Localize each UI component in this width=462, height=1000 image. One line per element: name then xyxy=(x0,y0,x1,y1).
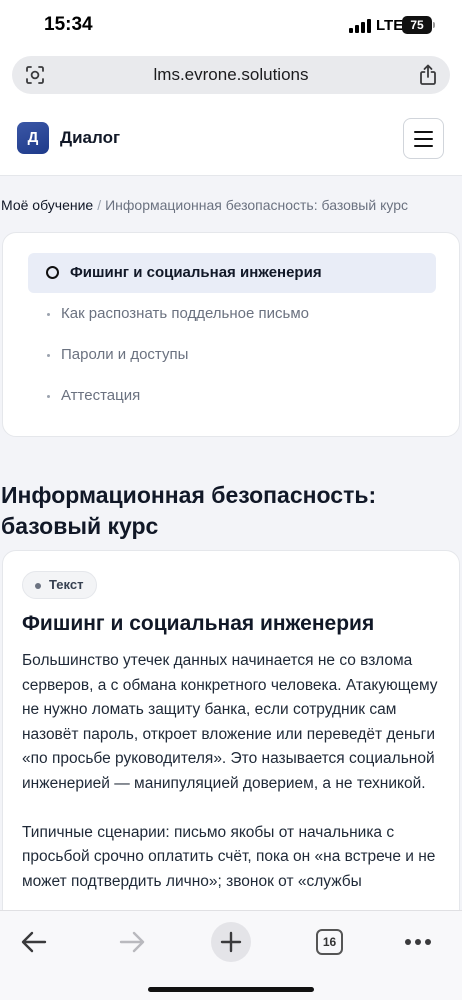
back-arrow-icon[interactable] xyxy=(20,929,48,955)
lesson-paragraph: Типичные сценарии: письмо якобы от начал… xyxy=(22,823,436,890)
breadcrumb-current: Информационная безопасность: базовый кур… xyxy=(105,197,408,213)
new-tab-button[interactable] xyxy=(211,922,251,962)
battery-icon: 75 xyxy=(402,16,432,34)
lesson-nav-item-passwords[interactable]: Пароли и доступы xyxy=(28,335,436,375)
new-tab-plus-icon xyxy=(220,931,242,953)
lesson-nav-item-attestation[interactable]: Аттестация xyxy=(28,376,436,416)
badge-dot-icon xyxy=(35,583,41,589)
lesson-nav-item-fake-email[interactable]: Как распознать поддельное письмо xyxy=(28,294,436,334)
lesson-nav-item-phishing[interactable]: Фишинг и социальная инженерия xyxy=(28,253,436,293)
lesson-nav-card: Фишинг и социальная инженерия Как распоз… xyxy=(2,232,460,437)
menu-line xyxy=(414,131,433,133)
url-text: lms.evrone.solutions xyxy=(153,65,309,84)
badge-label: Текст xyxy=(49,577,84,592)
home-indicator[interactable] xyxy=(148,987,314,992)
lesson-paragraph: Большинство утечек данных начинается не … xyxy=(22,652,438,792)
lesson-body: Большинство утечек данных начинается не … xyxy=(22,649,442,919)
browser-address-area: lms.evrone.solutions xyxy=(0,52,462,98)
breadcrumb-separator: / xyxy=(97,197,102,213)
lesson-nav-label: Фишинг и социальная инженерия xyxy=(70,264,322,281)
share-icon[interactable] xyxy=(418,63,438,87)
tabs-icon[interactable]: 16 xyxy=(316,929,343,955)
lesson-nav-label: Как распознать поддельное письмо xyxy=(61,305,309,322)
page-title: Информационная безопасность: базовый кур… xyxy=(1,482,377,539)
lesson-heading: Фишинг и социальная инженерия xyxy=(22,612,375,635)
menu-line xyxy=(414,145,433,147)
current-lesson-circle-icon xyxy=(46,266,59,279)
status-time: 15:34 xyxy=(44,14,93,35)
status-bar: 15:34 LTE 75 xyxy=(0,0,462,52)
lesson-nav-label: Аттестация xyxy=(61,387,141,404)
hamburger-menu-icon[interactable] xyxy=(403,118,444,159)
browser-toolbar: 16 xyxy=(0,910,462,1000)
network-type: LTE xyxy=(376,17,404,34)
signal-bars-icon xyxy=(349,19,371,33)
bullet-dot-icon xyxy=(47,395,50,398)
more-icon[interactable] xyxy=(404,938,432,946)
lesson-nav-label: Пароли и доступы xyxy=(61,346,189,363)
battery-tip xyxy=(433,22,435,28)
content-type-badge: Текст xyxy=(22,571,98,599)
menu-line xyxy=(414,138,433,140)
bullet-dot-icon xyxy=(47,313,50,316)
address-bar[interactable]: lms.evrone.solutions xyxy=(12,56,450,94)
breadcrumb-parent-link[interactable]: Моё обучение xyxy=(1,197,93,213)
logo[interactable]: Д xyxy=(17,122,49,154)
breadcrumb: Моё обучение / Информационная безопасность… xyxy=(1,197,408,213)
site-header: Д Диалог xyxy=(0,98,462,176)
brand-name[interactable]: Диалог xyxy=(60,128,120,148)
bullet-dot-icon xyxy=(47,354,50,357)
forward-arrow-icon[interactable] xyxy=(118,929,146,955)
